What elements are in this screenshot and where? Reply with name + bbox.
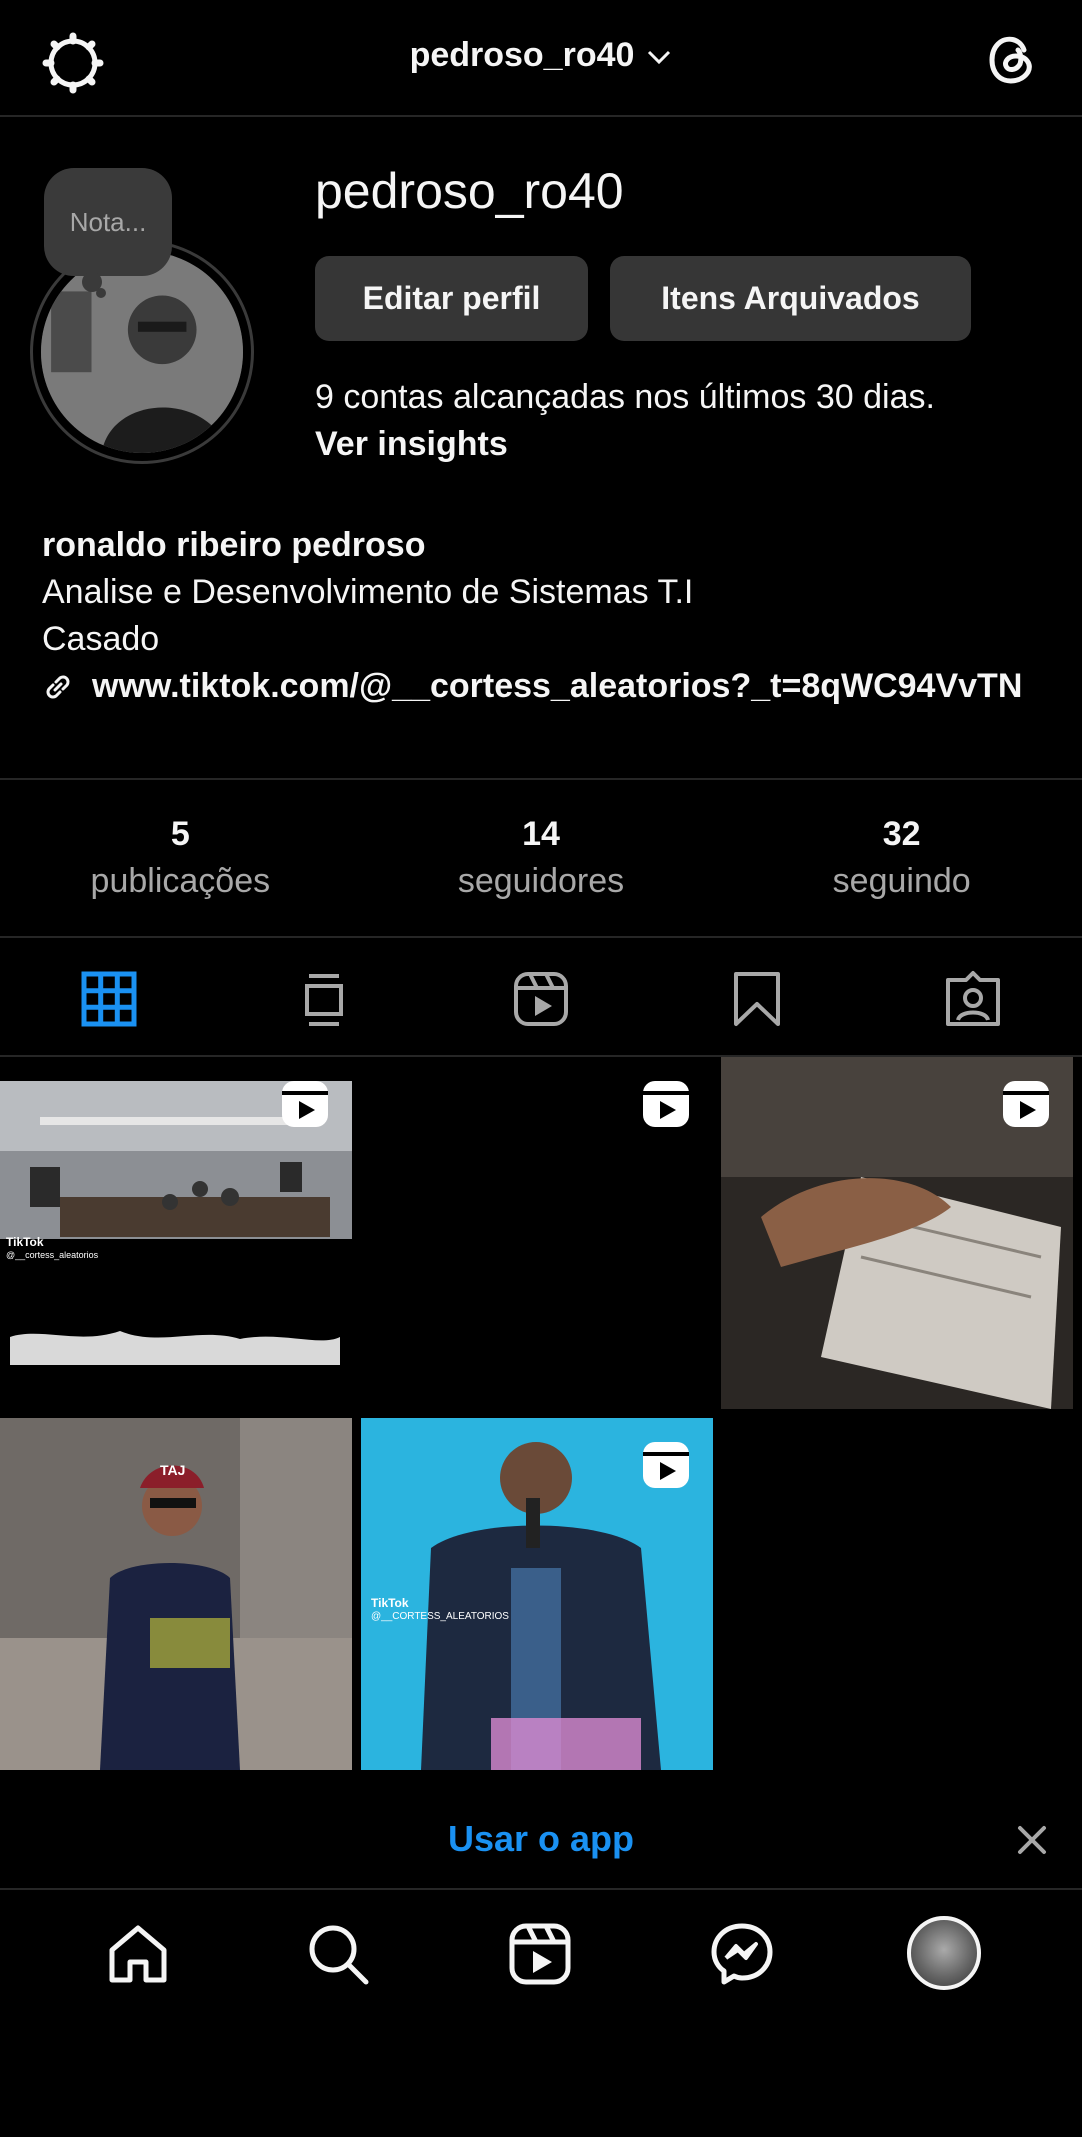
tab-feed[interactable]: [295, 970, 353, 1028]
tab-tagged[interactable]: [944, 970, 1002, 1028]
header-username: pedroso_ro40: [409, 36, 635, 74]
profile-stats: 5 publicações 14 seguidores 32 seguindo: [0, 778, 1082, 938]
reel-badge-icon: [643, 1081, 689, 1127]
post-thumbnail[interactable]: [721, 1057, 1073, 1409]
stat-label: seguindo: [832, 862, 971, 900]
tab-saved[interactable]: [728, 970, 786, 1028]
tagged-icon: [946, 971, 1000, 1026]
stat-label: seguidores: [457, 862, 625, 900]
website-url: www.tiktok.com/@__cortess_aleatorios?_t=…: [92, 667, 1023, 705]
cap-logo-text: TAJ: [160, 1462, 186, 1478]
post-thumbnail[interactable]: [361, 1057, 713, 1409]
tiktok-watermark: TikTok: [371, 1596, 409, 1610]
note-bubble-tail-small: [96, 288, 106, 298]
close-icon[interactable]: [1014, 1822, 1050, 1858]
tab-reels[interactable]: [512, 970, 570, 1028]
tiktok-handle: @__CORTESS_ALEATORIOS: [371, 1611, 509, 1622]
profile-username: pedroso_ro40: [315, 163, 624, 219]
saved-icon: [734, 972, 780, 1026]
reels-icon: [514, 972, 568, 1026]
link-icon: [46, 675, 70, 698]
profile-photo: [41, 251, 243, 453]
website-link[interactable]: www.tiktok.com/@__cortess_aleatorios?_t=…: [42, 663, 1022, 710]
messenger-icon: [711, 1923, 773, 1985]
nav-search[interactable]: [306, 1922, 370, 1986]
bio-line-2: Casado: [42, 620, 160, 658]
home-icon: [109, 1925, 167, 1983]
nav-reels[interactable]: [508, 1922, 572, 1986]
content-tabs: [0, 940, 1082, 1057]
nav-profile-avatar[interactable]: [907, 1916, 981, 1990]
top-bar: pedroso_ro40: [0, 0, 1082, 117]
nav-messenger[interactable]: [710, 1922, 774, 1986]
reel-badge-icon: [643, 1442, 689, 1488]
search-icon: [309, 1925, 369, 1985]
reel-badge-icon: [282, 1081, 328, 1127]
post-thumbnail[interactable]: TAJ: [0, 1418, 352, 1770]
archived-items-button[interactable]: Itens Arquivados: [610, 256, 971, 341]
post-thumbnail[interactable]: TikTok @__cortess_aleatorios: [0, 1057, 352, 1409]
reels-icon: [509, 1923, 571, 1985]
reel-badge-icon: [1003, 1081, 1049, 1127]
followers-count[interactable]: 14 seguidores: [361, 780, 722, 936]
post-thumbnail[interactable]: TikTok @__CORTESS_ALEATORIOS: [361, 1418, 713, 1770]
stat-value: 32: [882, 815, 921, 853]
posts-count[interactable]: 5 publicações: [0, 780, 361, 936]
account-switcher[interactable]: pedroso_ro40: [0, 36, 1082, 75]
reach-summary: 9 contas alcançadas nos últimos 30 dias.: [315, 378, 935, 416]
full-name: ronaldo ribeiro pedroso: [42, 526, 426, 564]
stat-value: 5: [170, 815, 190, 853]
note-bubble[interactable]: Nota...: [44, 168, 172, 276]
stat-label: publicações: [90, 862, 271, 900]
use-app-link[interactable]: Usar o app: [0, 1818, 1082, 1860]
stat-value: 14: [522, 815, 560, 853]
bottom-nav: [0, 1892, 1082, 2012]
tiktok-watermark: TikTok: [6, 1235, 44, 1249]
chevron-down-icon: [648, 50, 671, 65]
feed-icon: [305, 974, 343, 1026]
following-count[interactable]: 32 seguindo: [721, 780, 1082, 936]
grid-icon: [81, 971, 137, 1027]
bio-section: ronaldo ribeiro pedroso Analise e Desenv…: [42, 522, 1022, 710]
threads-icon[interactable]: [982, 28, 1042, 88]
tiktok-handle: @__cortess_aleatorios: [6, 1250, 99, 1260]
view-insights-link[interactable]: Ver insights: [315, 425, 508, 464]
edit-profile-button[interactable]: Editar perfil: [315, 256, 588, 341]
tab-grid[interactable]: [80, 970, 138, 1028]
nav-home[interactable]: [106, 1922, 170, 1986]
use-app-banner: Usar o app: [0, 1790, 1082, 1890]
note-placeholder: Nota...: [69, 206, 147, 237]
bio-line-1: Analise e Desenvolvimento de Sistemas T.…: [42, 573, 694, 611]
